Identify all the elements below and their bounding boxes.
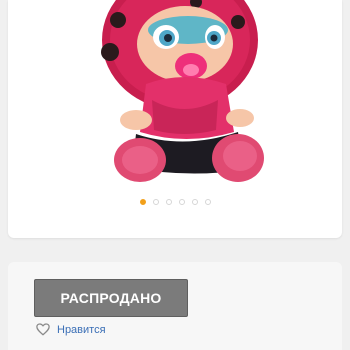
product-gallery[interactable] (8, 0, 342, 238)
like-label: Нравится (57, 323, 106, 336)
heart-outline-icon (36, 323, 50, 336)
product-photo[interactable] (88, 0, 280, 192)
slide-dot-1[interactable] (139, 199, 146, 205)
sold-out-button[interactable]: РАСПРОДАНО (34, 279, 188, 317)
slide-dot-5[interactable] (191, 199, 198, 205)
product-status-card: РАСПРОДАНО Нравится (8, 262, 342, 350)
slide-dot-6[interactable] (204, 199, 211, 205)
slide-dot-2[interactable] (152, 199, 159, 205)
slide-dot-3[interactable] (165, 199, 172, 205)
slide-dot-4[interactable] (178, 199, 185, 205)
like-button[interactable]: Нравится (36, 323, 106, 336)
doll-illustration (101, 0, 264, 182)
slide-indicator[interactable] (8, 199, 342, 205)
